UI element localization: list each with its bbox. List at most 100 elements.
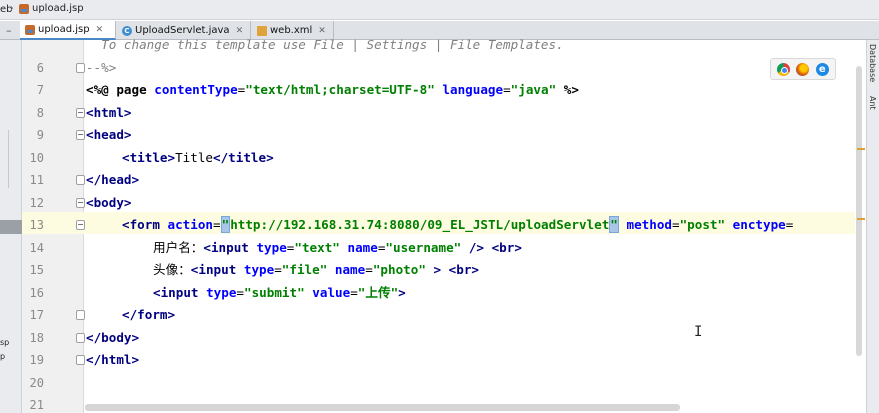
jsp-directive-end: %>	[556, 82, 579, 97]
code-text: --%>	[86, 59, 117, 75]
attr-value: "text/html;charset=UTF-8"	[245, 82, 435, 97]
tag-close: >	[425, 262, 442, 277]
code-line[interactable]: 10 <head>	[22, 124, 862, 165]
code-line[interactable]: 20 </html>	[22, 349, 862, 390]
code-text: </body>	[86, 329, 140, 345]
attr-value: http://192.168.31.74:8080/09_EL_JSTL/upl…	[230, 217, 610, 232]
breadcrumb-file-label: upload.jsp	[32, 3, 84, 14]
attr-value: "file"	[281, 262, 328, 277]
fold-marker-icon[interactable]	[76, 310, 85, 320]
attr-name: method	[626, 217, 672, 232]
attr-name: name	[334, 262, 366, 277]
tag-open: <input	[190, 262, 244, 277]
text-label: 头像：	[153, 262, 191, 277]
code-line[interactable]: 16 头像：<input type="file" name="photo" > …	[22, 259, 862, 300]
code-text: <title>Title</title>	[122, 147, 274, 170]
attr-name: type	[256, 239, 287, 255]
tag-open: <input	[153, 284, 207, 300]
jsp-file-icon	[25, 24, 35, 35]
code-text: 头像：<input type="file" name="photo" > <br…	[153, 262, 480, 277]
code-line[interactable]: 9 <html>	[22, 102, 862, 143]
fold-marker-icon[interactable]	[76, 197, 85, 208]
ie-icon[interactable]: e	[815, 62, 829, 76]
fold-marker-icon[interactable]	[76, 62, 85, 73]
code-text: </form>	[122, 307, 176, 322]
browser-preview-toolbar: e	[770, 58, 836, 80]
matched-quote: "	[609, 216, 619, 233]
attr-value: "java"	[510, 82, 557, 97]
vertical-scrollbar[interactable]	[856, 66, 862, 356]
code-editor[interactable]: 6 To change this template use File | Set…	[22, 34, 862, 412]
code-line[interactable]: 17 <input type="submit" value="上传">	[22, 282, 862, 323]
attr-value: "text"	[294, 239, 340, 255]
close-icon[interactable]: ✕	[96, 25, 104, 35]
jsp-file-icon	[19, 3, 29, 14]
fold-marker-icon[interactable]	[76, 355, 85, 365]
code-text: To change this template use File | Setti…	[86, 37, 564, 52]
line-number: 21	[29, 398, 44, 412]
attr-value: "submit"	[244, 284, 305, 300]
jsp-directive: <%@ page	[86, 82, 155, 97]
tag-close: </title>	[213, 149, 274, 165]
code-line[interactable]: 11 <title>Title</title>	[22, 147, 862, 188]
ant-tool-tab[interactable]: Ant	[868, 96, 877, 110]
code-text: <%@ page contentType="text/html;charset=…	[86, 82, 579, 97]
database-tool-tab[interactable]: Database	[868, 44, 877, 82]
fold-marker-icon[interactable]	[76, 107, 85, 118]
attr-name: value	[312, 284, 351, 300]
code-line[interactable]: 12 </head>	[22, 169, 862, 210]
attr-value: "photo"	[372, 262, 426, 277]
strip-selected-marker[interactable]	[0, 220, 22, 234]
code-line[interactable]: 19 </body>	[22, 327, 862, 368]
left-tool-strip: sp p	[0, 40, 22, 413]
scroll-marker[interactable]	[857, 218, 865, 220]
code-text: 用户名：<input type="text" name="username" /…	[153, 239, 522, 255]
code-line[interactable]: 6 To change this template use File | Set…	[22, 34, 862, 75]
attr-name: contentType	[154, 82, 238, 97]
fold-marker-icon[interactable]	[76, 130, 85, 140]
code-line[interactable]: 21	[22, 372, 862, 412]
code-line[interactable]: 18 </form>	[22, 304, 862, 345]
code-line-current[interactable]: 14 <form action="http://192.168.31.74:80…	[22, 214, 862, 255]
attr-name: language	[442, 82, 504, 97]
project-item[interactable]: p	[0, 352, 5, 361]
code-text: <body>	[86, 194, 132, 210]
fold-marker-icon[interactable]	[76, 332, 85, 343]
scroll-marker[interactable]	[857, 148, 865, 150]
breadcrumb-file[interactable]: upload.jsp	[19, 3, 84, 14]
code-line[interactable]: 13 <body>	[22, 192, 862, 233]
horizontal-scrollbar[interactable]	[85, 404, 680, 411]
equals: =	[785, 217, 794, 232]
attr-name: enctype	[732, 217, 786, 232]
fold-marker-icon[interactable]	[76, 175, 85, 185]
tag-open: <input	[203, 239, 257, 255]
code-line[interactable]: 7 --%>	[22, 57, 862, 98]
collapse-icon[interactable]: –	[6, 24, 12, 37]
fold-marker-icon[interactable]	[76, 220, 85, 230]
code-line[interactable]: 15 用户名：<input type="text" name="username…	[22, 237, 862, 278]
project-item[interactable]: sp	[0, 338, 9, 347]
chrome-icon[interactable]	[777, 62, 791, 76]
attr-value: "上传"	[357, 284, 399, 300]
attr-name: type	[243, 262, 275, 277]
tag-br: <br>	[448, 262, 480, 277]
attr-name: type	[206, 284, 237, 300]
text-cursor-icon: I	[694, 324, 703, 340]
tag-close: />	[461, 239, 484, 255]
text-label: 用户名：	[153, 239, 204, 255]
attr-name: name	[347, 239, 378, 255]
tag-br: <br>	[491, 239, 522, 255]
tag-open: <form	[122, 217, 168, 232]
attr-value: "post"	[679, 217, 726, 232]
code-text: <html>	[86, 104, 132, 120]
right-tool-strip: Database Ant	[866, 40, 879, 413]
code-line[interactable]: 8 <%@ page contentType="text/html;charse…	[22, 79, 862, 120]
code-text: <head>	[86, 127, 132, 142]
code-text: <input type="submit" value="上传">	[153, 284, 406, 300]
tag-close: >	[398, 284, 406, 300]
strip-divider	[8, 130, 9, 188]
attr-name: action	[167, 217, 214, 232]
firefox-icon[interactable]	[796, 62, 810, 76]
code-text: <form action="http://192.168.31.74:8080/…	[122, 216, 794, 233]
equals: =	[213, 217, 221, 232]
